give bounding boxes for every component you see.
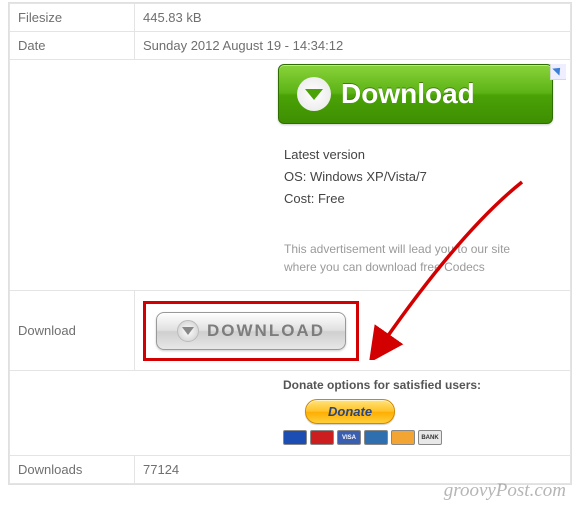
- donate-button[interactable]: Donate: [305, 399, 395, 424]
- donate-block: Donate options for satisfied users: Dona…: [283, 377, 503, 445]
- adchoices-icon[interactable]: [550, 64, 566, 80]
- card-maestro-icon: [283, 430, 307, 445]
- ad-latest-version: Latest version: [284, 144, 566, 166]
- download-highlight-box: DOWNLOAD: [143, 301, 359, 361]
- watermark: groovyPost.com: [444, 480, 566, 502]
- ad-download-text: Download: [341, 78, 475, 110]
- date-value: Sunday 2012 August 19 - 14:34:12: [135, 32, 571, 60]
- download-arrow-icon: [177, 320, 199, 342]
- filesize-label: Filesize: [10, 4, 135, 32]
- download-button[interactable]: DOWNLOAD: [156, 312, 346, 350]
- card-discover-icon: [391, 430, 415, 445]
- ad-os: OS: Windows XP/Vista/7: [284, 166, 566, 188]
- advertisement-box: Download Latest version OS: Windows XP/V…: [266, 64, 566, 286]
- donate-cell: Donate options for satisfied users: Dona…: [10, 371, 571, 456]
- download-cell: DOWNLOAD: [135, 291, 571, 371]
- ad-cost: Cost: Free: [284, 188, 566, 210]
- card-visa-icon: VISA: [337, 430, 361, 445]
- donate-heading: Donate options for satisfied users:: [283, 377, 503, 393]
- card-amex-icon: [364, 430, 388, 445]
- ad-disclaimer: This advertisement will lead you to our …: [284, 240, 544, 276]
- download-arrow-icon: [297, 77, 331, 111]
- ad-details: Latest version OS: Windows XP/Vista/7 Co…: [284, 144, 566, 210]
- filesize-value: 445.83 kB: [135, 4, 571, 32]
- card-mastercard-icon: [310, 430, 334, 445]
- download-label: Download: [10, 291, 135, 371]
- ad-download-button[interactable]: Download: [278, 64, 553, 124]
- date-label: Date: [10, 32, 135, 60]
- info-table: Filesize 445.83 kB Date Sunday 2012 Augu…: [8, 2, 572, 485]
- advertisement-cell: Download Latest version OS: Windows XP/V…: [10, 60, 571, 291]
- download-button-text: DOWNLOAD: [207, 321, 325, 341]
- card-bank-icon: BANK: [418, 430, 442, 445]
- downloads-label: Downloads: [10, 456, 135, 484]
- payment-cards: VISA BANK: [283, 430, 503, 445]
